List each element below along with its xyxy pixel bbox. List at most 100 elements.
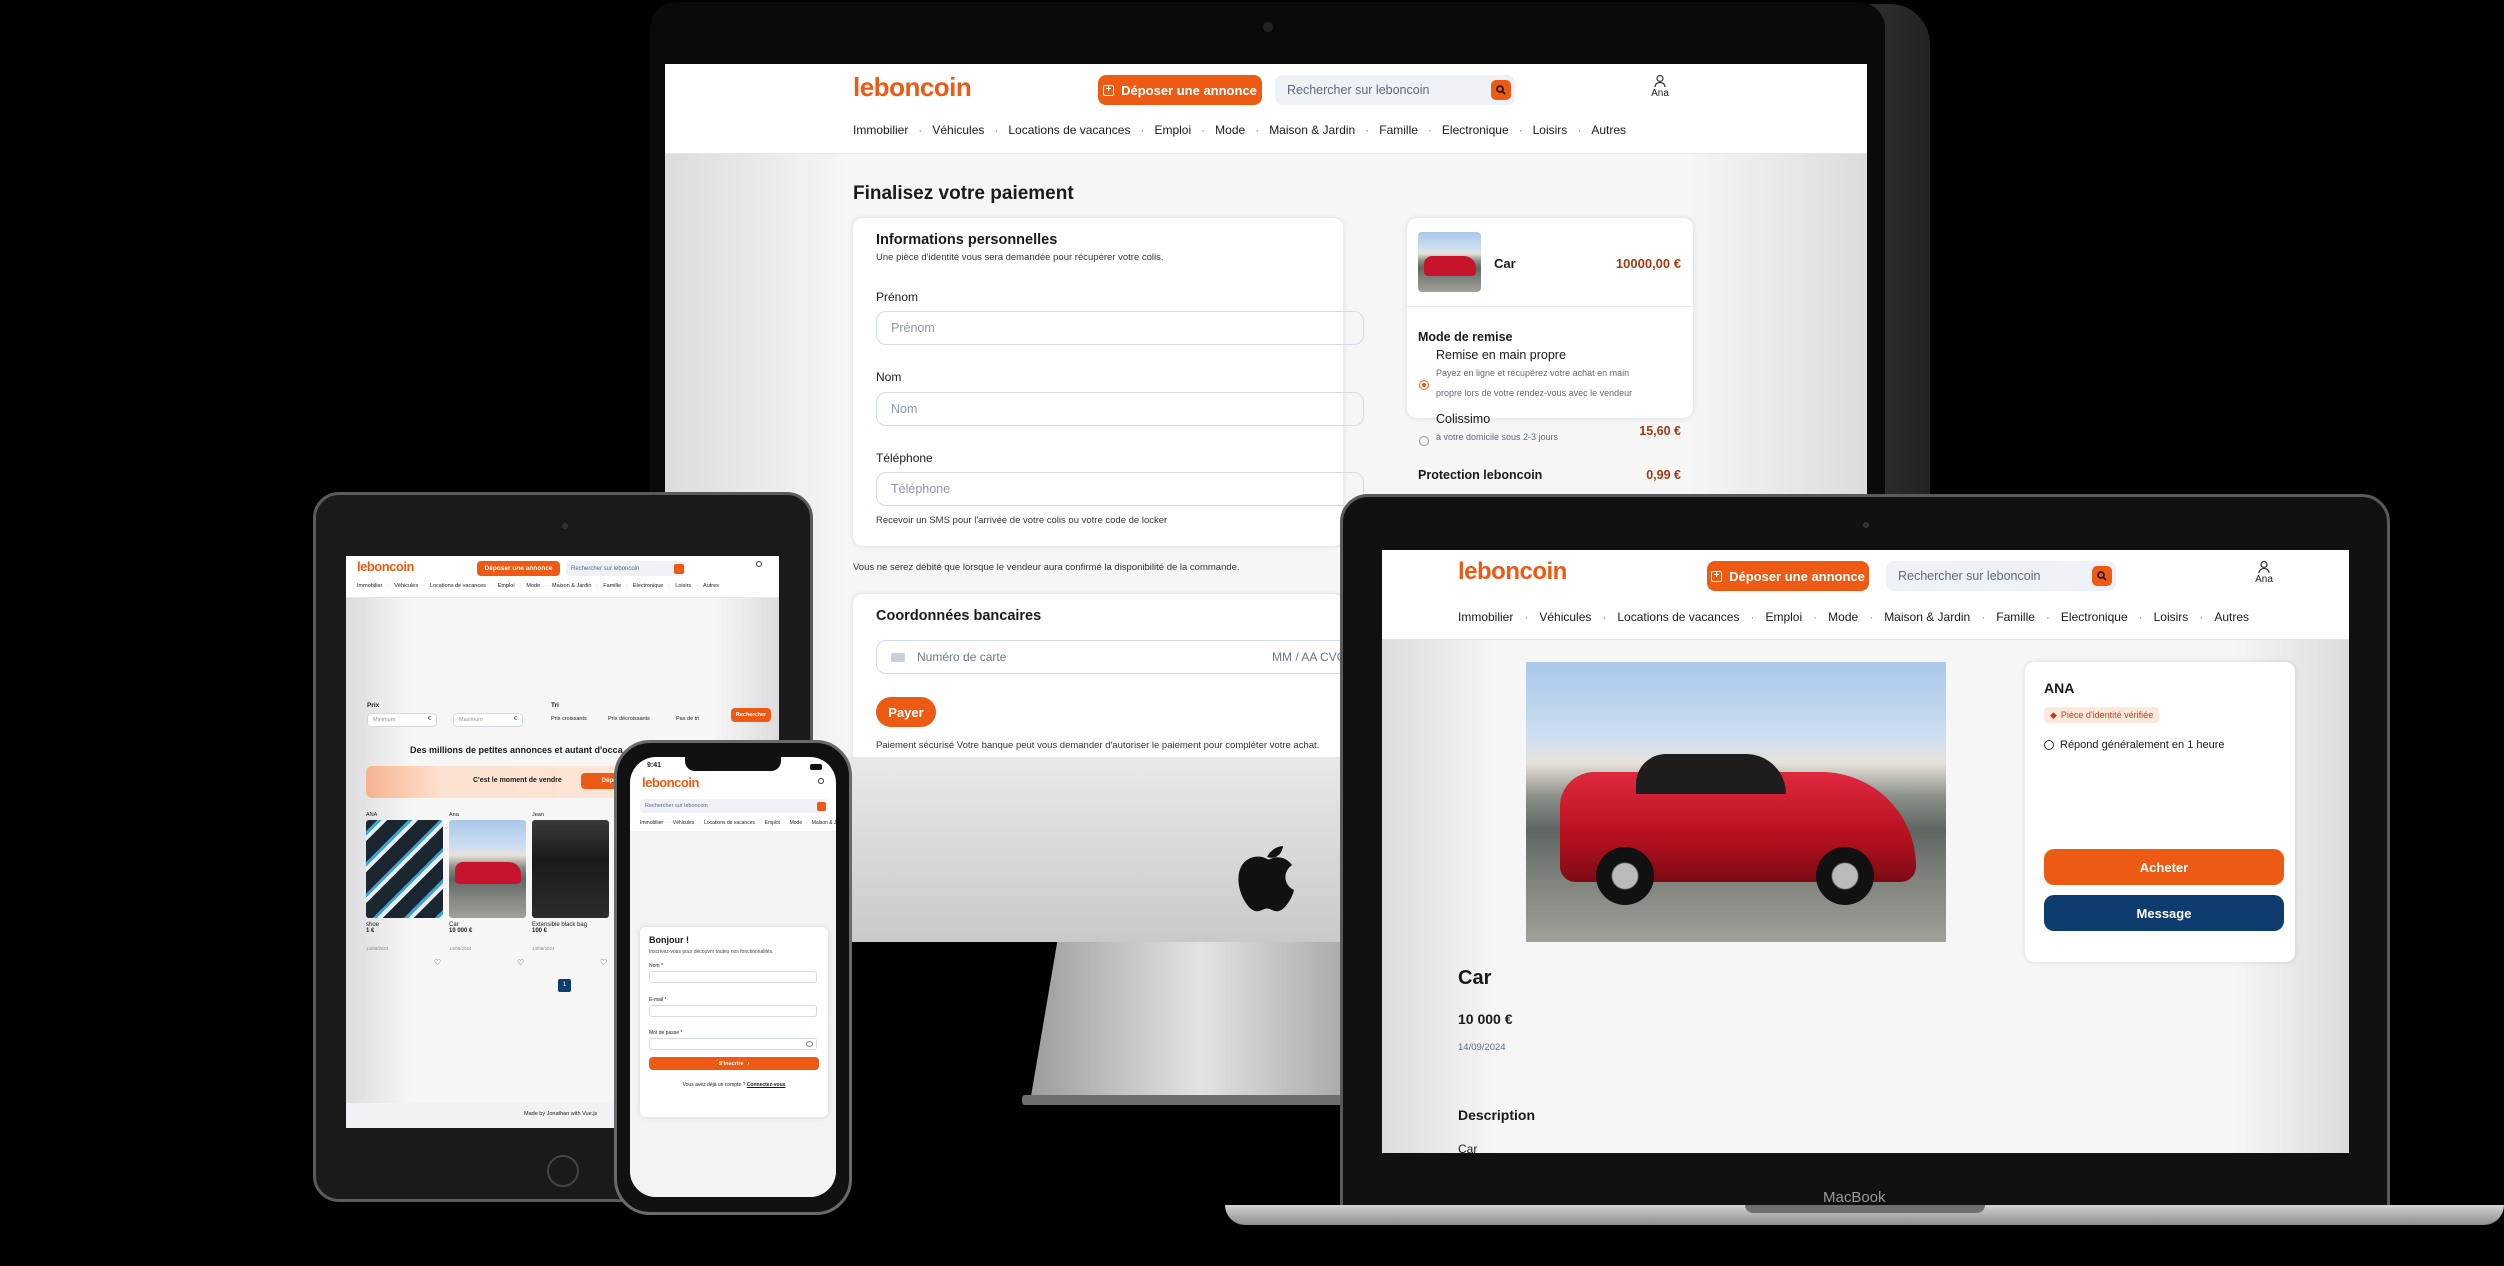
ipad-nav-mode[interactable]: Mode	[526, 583, 540, 589]
login-link[interactable]: Connectez-vous	[747, 1082, 786, 1088]
ipad-listing-1-seller: ANA	[366, 812, 378, 818]
ipad-listing-2[interactable]: Ana Car 10 000 € 14/09/2024	[449, 812, 526, 951]
signup-nom-field[interactable]	[649, 971, 817, 983]
ipad-nav-famille[interactable]: Famille	[603, 583, 621, 589]
iphone-search-input[interactable]: Rechercher sur leboncoin	[640, 799, 828, 813]
signup-email-field[interactable]	[649, 1005, 817, 1017]
ipad-nav-autres[interactable]: Autres	[703, 583, 719, 589]
nav-vehicules[interactable]: Véhicules	[932, 123, 984, 137]
ipad-home-button[interactable]	[547, 1155, 579, 1187]
ipad-listing-3-image	[532, 820, 609, 918]
ipad-nav-electronique[interactable]: Electronique	[633, 583, 664, 589]
signup-password-field[interactable]	[649, 1038, 817, 1050]
nav-autres[interactable]: Autres	[1591, 123, 1626, 137]
listing-main-image[interactable]	[1526, 662, 1946, 942]
radio-colissimo[interactable]	[1419, 436, 1429, 446]
macbook-user-account[interactable]: Ana	[2249, 560, 2279, 585]
user-icon	[1654, 74, 1666, 88]
card-number-field[interactable]: Numéro de carte MM / AA CVC	[876, 640, 1366, 674]
nav-maison[interactable]: Maison & Jardin	[1269, 123, 1355, 137]
ipad-no-sort[interactable]: Pas de tri	[676, 716, 699, 722]
response-time: Répond généralement en 1 heure	[2060, 739, 2225, 751]
ipad-listing-3[interactable]: Jean Extensible black bag 100 € 14/09/20…	[532, 812, 609, 951]
ipad-sort-asc[interactable]: Prix croissants	[551, 716, 587, 722]
signup-submit-button[interactable]: S'inscrire ›	[649, 1057, 819, 1070]
ipad-search-filter-button[interactable]: Rechercher	[731, 708, 771, 722]
macbook-search-placeholder: Rechercher sur leboncoin	[1898, 569, 2041, 583]
macbook-nav-autres[interactable]: Autres	[2214, 610, 2249, 624]
ipad-sort-desc[interactable]: Prix décroissants	[608, 716, 650, 722]
ipad-header: leboncoin Déposer une annonce Rechercher…	[346, 556, 779, 598]
description-text: Car	[1458, 1142, 1478, 1153]
ipad-page-number[interactable]: 1	[558, 979, 571, 992]
nav-famille[interactable]: Famille	[1379, 123, 1418, 137]
nav-loisirs[interactable]: Loisirs	[1533, 123, 1568, 137]
ipad-min-input[interactable]: Minimum	[367, 713, 437, 727]
favorite-heart-icon-1[interactable]: ♡	[434, 958, 441, 967]
seller-name[interactable]: ANA	[2044, 680, 2074, 696]
ipad-nav-vehicules[interactable]: Véhicules	[394, 583, 418, 589]
macbook-nav-emploi[interactable]: Emploi	[1765, 610, 1802, 624]
nom-field[interactable]: Nom	[876, 392, 1364, 426]
iphone-logo[interactable]: leboncoin	[642, 775, 699, 790]
macbook-nav-mode[interactable]: Mode	[1828, 610, 1858, 624]
nav-immobilier[interactable]: Immobilier	[853, 123, 908, 137]
radio-hand-delivery[interactable]	[1419, 380, 1429, 390]
iphone-nav-maison[interactable]: Maison & Jardin	[812, 820, 836, 826]
ipad-max-input[interactable]: Maximum	[453, 713, 523, 727]
ipad-listing-2-date: 14/09/2024	[449, 946, 472, 951]
macbook-nav-immobilier[interactable]: Immobilier	[1458, 610, 1513, 624]
iphone-nav-locations[interactable]: Locations de vacances	[704, 820, 755, 826]
prenom-field[interactable]: Prénom	[876, 311, 1364, 345]
search-button[interactable]	[1491, 80, 1511, 100]
ipad-nav-loisirs[interactable]: Loisirs	[675, 583, 691, 589]
ipad-min-euro: €	[428, 716, 432, 722]
ipad-search-input[interactable]: Rechercher sur leboncoin	[566, 561, 686, 576]
iphone-search-button[interactable]	[817, 801, 826, 811]
ipad-logo[interactable]: leboncoin	[357, 559, 414, 574]
ipad-nav-maison[interactable]: Maison & Jardin	[552, 583, 591, 589]
macbook-nav-vehicules[interactable]: Véhicules	[1539, 610, 1591, 624]
macbook-search-button[interactable]	[2092, 566, 2112, 586]
nav-emploi[interactable]: Emploi	[1154, 123, 1191, 137]
tel-field[interactable]: Téléphone	[876, 472, 1364, 506]
iphone-nav-immobilier[interactable]: Immobilier	[640, 820, 663, 826]
favorite-heart-icon-3[interactable]: ♡	[600, 958, 607, 967]
macbook-logo[interactable]: leboncoin	[1458, 558, 1567, 586]
iphone-user-icon[interactable]	[818, 778, 824, 784]
leboncoin-logo[interactable]: leboncoin	[853, 72, 972, 103]
search-input[interactable]: Rechercher sur leboncoin	[1275, 75, 1515, 105]
macbook-nav-electronique[interactable]: Electronique	[2061, 610, 2128, 624]
iphone-nav-vehicules[interactable]: Véhicules	[673, 820, 695, 826]
nav-mode[interactable]: Mode	[1215, 123, 1245, 137]
nav-electronique[interactable]: Electronique	[1442, 123, 1509, 137]
pay-button[interactable]: Payer	[876, 697, 936, 727]
nav-locations[interactable]: Locations de vacances	[1008, 123, 1130, 137]
user-account[interactable]: Ana	[1645, 74, 1675, 99]
ipad-nav-locations[interactable]: Locations de vacances	[430, 583, 486, 589]
item-name: Car	[1494, 256, 1516, 271]
iphone-nav-mode[interactable]: Mode	[790, 820, 803, 826]
macbook-nav-maison[interactable]: Maison & Jardin	[1884, 610, 1970, 624]
ipad-user-icon[interactable]	[756, 561, 762, 567]
buy-button[interactable]: Acheter	[2044, 849, 2284, 885]
ipad-nav-emploi[interactable]: Emploi	[498, 583, 515, 589]
macbook-search-input[interactable]: Rechercher sur leboncoin	[1886, 561, 2116, 591]
protection-label: Protection leboncoin	[1418, 468, 1543, 482]
iphone-nav: Immobilier · Véhicules · Locations de vaca…	[640, 820, 836, 826]
ipad-nav-immobilier[interactable]: Immobilier	[357, 583, 382, 589]
ipad-deposit-button[interactable]: Déposer une annonce	[477, 561, 560, 576]
seller-card: ANA ◆ Pièce d'identité vérifiée Répond g…	[2025, 662, 2295, 962]
macbook-deposit-button[interactable]: + Déposer une annonce	[1707, 561, 1869, 591]
message-button[interactable]: Message	[2044, 895, 2284, 931]
ipad-search-button[interactable]	[674, 563, 684, 574]
show-password-icon[interactable]	[806, 1041, 813, 1047]
deposit-ad-button[interactable]: + Déposer une annonce	[1098, 75, 1262, 105]
macbook-nav-locations[interactable]: Locations de vacances	[1617, 610, 1739, 624]
favorite-heart-icon-2[interactable]: ♡	[517, 958, 524, 967]
iphone-nav-emploi[interactable]: Emploi	[765, 820, 780, 826]
ipad-listing-1[interactable]: ANA shoe 1 € 14/09/2024	[366, 812, 443, 951]
listing-price: 10 000 €	[1458, 1011, 1513, 1027]
macbook-nav-loisirs[interactable]: Loisirs	[2154, 610, 2189, 624]
macbook-nav-famille[interactable]: Famille	[1996, 610, 2035, 624]
